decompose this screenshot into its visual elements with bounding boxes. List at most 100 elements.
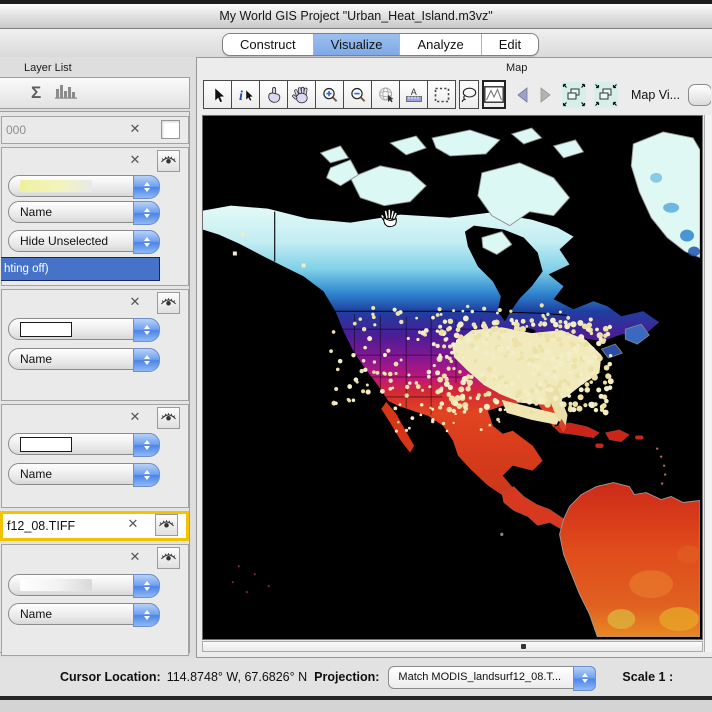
close-icon[interactable]: ✕ [126,408,144,426]
profile-graph-button[interactable] [482,80,506,109]
layer-name: 000 [6,123,27,137]
symbol-swatch-dropdown[interactable] [8,318,160,342]
map-panel-title: Map [506,62,528,74]
eye-icon[interactable] [157,150,180,172]
mode-tab-bar: Construct Visualize Analyze Edit [0,29,712,58]
tab-edit[interactable]: Edit [482,34,538,55]
eye-icon[interactable] [155,514,178,536]
info-select-button[interactable]: i [232,81,260,108]
back-icon [517,86,528,103]
layer-visibility-checkbox[interactable] [161,120,180,139]
label-field-dropdown[interactable]: Name [8,603,160,627]
close-icon[interactable]: ✕ [126,548,144,566]
lasso-select-icon [461,87,477,102]
app-window: My World GIS Project "Urban_Heat_Island.… [0,0,712,712]
measure-ruler-icon: A [405,87,422,102]
rectangle-outline-swatch [20,436,72,452]
point-select-button[interactable] [260,81,288,108]
status-bar: Cursor Location: 114.8748° W, 67.6826° N… [0,658,712,696]
globe-button[interactable] [372,81,400,108]
point-hand-icon [267,86,280,103]
yellow-gradient-swatch [20,180,92,192]
mode-segmented-control: Construct Visualize Analyze Edit [222,33,540,56]
zoom-out-icon [350,87,365,102]
histogram-icon[interactable] [55,83,78,104]
title-bar[interactable]: My World GIS Project "Urban_Heat_Island.… [0,4,712,29]
zoom-window-button[interactable] [594,81,618,108]
layer-entry[interactable]: 000 ✕ [1,116,189,144]
projection-label: Projection: [314,670,380,684]
lasso-select-button[interactable] [459,80,479,109]
dropdown-stepper[interactable] [133,348,160,372]
label-field-dropdown[interactable]: Name [8,348,160,372]
selected-layer-row[interactable]: hting off) [1,257,160,281]
measure-button[interactable]: A [400,81,428,108]
layer-entry[interactable]: ✕ Name [1,544,189,656]
back-button[interactable] [514,84,530,106]
dropdown-stepper[interactable] [133,463,160,487]
zoom-window-icon [595,83,617,106]
dropdown-stepper[interactable] [133,433,160,457]
layer-entry[interactable]: ✕ Name Hide Unselected hting off) [1,147,189,286]
pan-hand-icon [292,86,308,103]
color-scheme-dropdown[interactable] [8,175,160,199]
tab-analyze[interactable]: Analyze [400,34,482,55]
close-icon[interactable]: ✕ [126,151,144,169]
window-bottom-edge [0,696,712,700]
select-arrow-button[interactable] [204,81,232,108]
tab-construct[interactable]: Construct [223,34,314,55]
eye-icon[interactable] [157,407,180,429]
svg-text:i: i [239,89,243,104]
dropdown-stepper[interactable] [133,603,160,627]
globe-icon [378,87,393,102]
main-content: Layer List Σ 000 ✕ ✕ Name Hide Unselecte… [0,57,712,658]
tab-visualize[interactable]: Visualize [313,34,401,55]
dropdown-stepper[interactable] [133,201,160,225]
dropdown-stepper[interactable] [573,665,597,691]
zoom-in-button[interactable] [316,81,344,108]
map-view[interactable] [201,114,704,641]
eye-icon[interactable] [157,292,180,314]
selection-mode-dropdown[interactable]: Hide Unselected [8,230,160,254]
zoom-out-button[interactable] [344,81,372,108]
map-view-button-partial[interactable] [688,83,711,106]
forward-button[interactable] [538,84,554,106]
symbol-swatch-dropdown[interactable] [8,433,160,457]
pan-button[interactable] [288,81,316,108]
rectangle-outline-swatch [20,321,72,337]
map-view-label[interactable]: Map Vi... [631,88,680,102]
layer-entry[interactable]: ✕ Name [1,289,189,401]
info-select-icon: i [239,89,253,104]
map-raster[interactable] [203,116,700,637]
dropdown-stepper[interactable] [133,175,160,199]
projection-dropdown[interactable]: Match MODIS_landsurf12_08.T... [388,665,597,691]
marquee-select-button[interactable] [428,81,455,108]
marquee-select-icon [434,87,449,102]
profile-graph-icon [484,86,504,103]
color-scheme-dropdown[interactable] [8,574,160,598]
sum-statistics-icon[interactable]: Σ [31,83,41,103]
zoom-in-icon [322,87,337,102]
label-field-dropdown[interactable]: Name [8,463,160,487]
horizontal-scrollbar[interactable] [202,641,703,652]
dropdown-stepper[interactable] [133,318,160,342]
zoom-to-extent-button[interactable] [562,81,586,108]
svg-text:A: A [410,87,416,97]
close-icon[interactable]: ✕ [124,515,142,533]
layer-entry-highlighted[interactable]: f12_08.TIFF ✕ [0,511,189,541]
vertical-scrollbar[interactable] [704,115,712,652]
label-field-dropdown[interactable]: Name [8,201,160,225]
map-tool-group: i A [203,80,456,109]
dropdown-stepper[interactable] [133,574,160,598]
scale-label: Scale 1 : [622,670,674,684]
layer-entry[interactable]: ✕ Name [1,404,189,508]
dropdown-stepper[interactable] [133,230,160,254]
close-icon[interactable]: ✕ [126,293,144,311]
forward-icon [540,86,551,103]
select-arrow-icon [214,86,225,103]
cursor-location-label: Cursor Location: [60,670,161,684]
close-icon[interactable]: ✕ [126,120,144,138]
layer-list-toolbar: Σ [0,77,190,109]
eye-icon[interactable] [157,547,180,569]
layer-list: 000 ✕ ✕ Name Hide Unselected hting off) … [0,111,190,656]
